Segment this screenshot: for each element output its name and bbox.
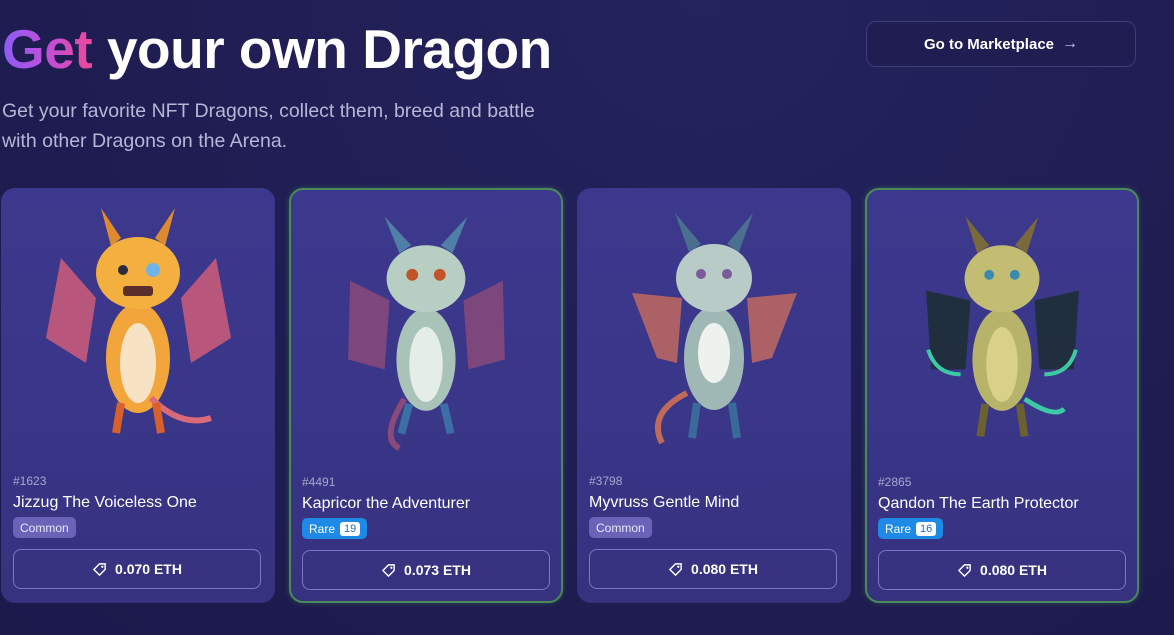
buy-price-button[interactable]: 0.073 ETH — [302, 550, 550, 590]
page-title: Get your own Dragon — [2, 14, 552, 84]
dragon-card[interactable]: #2865 Qandon The Earth Protector Rare 16 … — [865, 188, 1139, 603]
rarity-badge: Common — [589, 517, 652, 538]
token-id: #1623 — [13, 474, 47, 488]
buy-price-button[interactable]: 0.070 ETH — [13, 549, 261, 589]
token-id: #2865 — [878, 475, 912, 489]
title-rest: your own Dragon — [92, 18, 552, 80]
price-label: 0.080 ETH — [980, 562, 1047, 578]
dragon-card[interactable]: #3798 Myvruss Gentle Mind Common 0.080 E… — [577, 188, 851, 603]
rarity-badge: Rare 19 — [302, 518, 368, 539]
dragon-name: Jizzug The Voiceless One — [13, 494, 197, 511]
rarity-count: 19 — [340, 521, 361, 536]
buy-price-button[interactable]: 0.080 ETH — [878, 550, 1126, 590]
price-label: 0.070 ETH — [115, 561, 182, 577]
dragon-image — [926, 216, 1079, 438]
buy-price-button[interactable]: 0.080 ETH — [589, 549, 837, 589]
dragon-card[interactable]: #1623 Jizzug The Voiceless One Common 0.… — [1, 188, 275, 603]
dragon-image — [46, 208, 231, 434]
tag-icon — [668, 562, 682, 576]
dragon-card[interactable]: #4491 Kapricor the Adventurer Rare 19 0.0… — [289, 188, 563, 603]
dragon-image — [348, 216, 505, 451]
arrow-right-icon: → — [1062, 35, 1079, 52]
rarity-label: Rare — [885, 521, 912, 536]
rarity-badge: Common — [13, 517, 76, 538]
rarity-label: Common — [20, 520, 69, 535]
title-accent: Get — [2, 18, 93, 80]
price-label: 0.073 ETH — [404, 562, 471, 578]
price-label: 0.080 ETH — [691, 561, 758, 577]
token-id: #4491 — [302, 475, 336, 489]
tag-icon — [381, 563, 395, 577]
rarity-count: 16 — [916, 521, 937, 536]
page: Get your own Dragon Get your favorite NF… — [0, 0, 1174, 635]
dragon-image — [632, 213, 797, 445]
hero-subtitle: Get your favorite NFT Dragons, collect t… — [2, 100, 535, 152]
go-to-marketplace-button[interactable]: Go to Marketplace → — [866, 21, 1136, 67]
marketplace-button-label: Go to Marketplace — [923, 35, 1055, 53]
rarity-label: Common — [596, 520, 645, 535]
rarity-badge: Rare 16 — [878, 518, 944, 539]
tag-icon — [92, 562, 106, 576]
dragon-name: Kapricor the Adventurer — [302, 495, 471, 512]
rarity-label: Rare — [309, 521, 336, 536]
tag-icon — [957, 563, 971, 577]
token-id: #3798 — [589, 474, 623, 488]
dragon-name: Myvruss Gentle Mind — [589, 494, 740, 511]
dragon-name: Qandon The Earth Protector — [878, 495, 1079, 512]
